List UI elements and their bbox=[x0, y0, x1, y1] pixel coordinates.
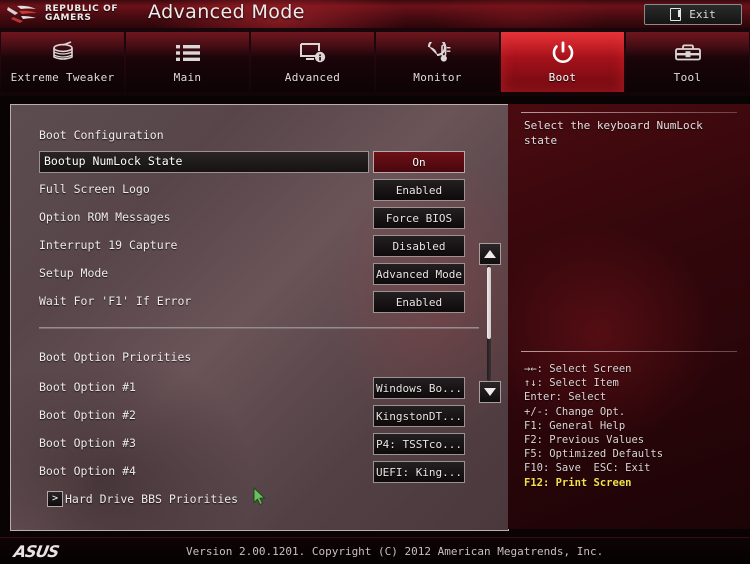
toolbox-icon bbox=[674, 40, 702, 66]
tab-label: Tool bbox=[673, 71, 702, 84]
brand-line-2: GAMERS bbox=[45, 13, 92, 23]
tab-label: Main bbox=[173, 71, 202, 84]
setting-row-boot-option-2[interactable]: Boot Option #2 KingstonDT... bbox=[11, 405, 508, 427]
bios-screen: REPUBLIC OF GAMERS Advanced Mode Exit Ex… bbox=[0, 0, 750, 564]
section-title-boot-configuration: Boot Configuration bbox=[39, 128, 164, 142]
setting-label: Boot Option #2 bbox=[39, 408, 136, 422]
exit-button-label: Exit bbox=[689, 8, 716, 21]
tab-monitor[interactable]: Monitor bbox=[376, 32, 499, 92]
setting-row-wait-for-f1-if-error[interactable]: Wait For 'F1' If Error Enabled bbox=[11, 291, 508, 313]
setting-value-full-screen-logo[interactable]: Enabled bbox=[373, 179, 465, 201]
chevron-right-icon: > bbox=[47, 491, 63, 507]
setting-label: Wait For 'F1' If Error bbox=[39, 294, 192, 308]
setting-value-boot-option-1[interactable]: Windows Bo... bbox=[373, 377, 465, 399]
setting-row-full-screen-logo[interactable]: Full Screen Logo Enabled bbox=[11, 179, 508, 201]
tab-main[interactable]: Main bbox=[126, 32, 249, 92]
scroll-down-button[interactable] bbox=[479, 381, 501, 403]
help-panel: Select the keyboard NumLock state →←: Se… bbox=[508, 104, 750, 529]
tab-label: Advanced bbox=[284, 71, 341, 84]
setting-label: Interrupt 19 Capture bbox=[39, 238, 178, 252]
list-icon bbox=[175, 40, 201, 66]
setting-label: Setup Mode bbox=[39, 266, 109, 280]
setting-label: Boot Option #3 bbox=[39, 436, 136, 450]
settings-panel: Boot Configuration Bootup NumLock State … bbox=[10, 104, 509, 531]
setting-row-setup-mode[interactable]: Setup Mode Advanced Mode bbox=[11, 263, 508, 285]
tab-boot[interactable]: Boot bbox=[501, 32, 624, 92]
key-hint: →←: Select Screen bbox=[524, 363, 632, 375]
scrollbar-thumb[interactable] bbox=[487, 267, 491, 339]
rog-eye-icon bbox=[6, 4, 40, 24]
tab-advanced[interactable]: Advanced bbox=[251, 32, 374, 92]
key-hint: Enter: Select bbox=[524, 391, 607, 404]
setting-label: Full Screen Logo bbox=[39, 182, 150, 196]
tab-extreme-tweaker[interactable]: Extreme Tweaker bbox=[1, 32, 124, 92]
setting-row-interrupt-19-capture[interactable]: Interrupt 19 Capture Disabled bbox=[11, 235, 508, 257]
tweaker-icon bbox=[49, 40, 77, 66]
footer-bar: ASUS Version 2.00.1201. Copyright (C) 20… bbox=[0, 537, 750, 564]
setting-row-boot-option-3[interactable]: Boot Option #3 P4: TSSTco... bbox=[11, 433, 508, 455]
setting-label: Bootup NumLock State bbox=[44, 154, 183, 168]
exit-door-icon bbox=[670, 8, 682, 21]
key-hint-print-screen: F12: Print Screen bbox=[524, 476, 632, 489]
mouse-cursor bbox=[253, 486, 266, 510]
exit-button[interactable]: Exit bbox=[644, 4, 742, 25]
setting-label: Boot Option #4 bbox=[39, 464, 136, 478]
setting-row-boot-option-4[interactable]: Boot Option #4 UEFI: King... bbox=[11, 461, 508, 483]
setting-row-bootup-numlock-state[interactable]: Bootup NumLock State On bbox=[11, 151, 508, 173]
setting-label: Option ROM Messages bbox=[39, 210, 171, 224]
help-description: Select the keyboard NumLock state bbox=[524, 119, 703, 147]
setting-label: Boot Option #1 bbox=[39, 380, 136, 394]
settings-scrollbar[interactable] bbox=[479, 243, 501, 403]
arrow-up-icon bbox=[484, 250, 496, 258]
key-hint: F2: Previous Values bbox=[524, 434, 645, 447]
key-hint: ↑↓: Select Item bbox=[524, 377, 619, 390]
key-hint: +/-: Change Opt. bbox=[524, 405, 626, 418]
setting-value-option-rom-messages[interactable]: Force BIOS bbox=[373, 207, 465, 229]
tab-label: Extreme Tweaker bbox=[10, 71, 115, 84]
setting-value-boot-option-3[interactable]: P4: TSSTco... bbox=[373, 433, 465, 455]
setting-value-setup-mode[interactable]: Advanced Mode bbox=[373, 263, 465, 285]
monitor-info-icon bbox=[299, 40, 327, 66]
help-top-divider bbox=[521, 112, 737, 113]
section-divider bbox=[39, 327, 479, 329]
asus-logo: ASUS bbox=[12, 542, 61, 561]
submenu-label: Hard Drive BBS Priorities bbox=[65, 492, 239, 506]
scroll-up-button[interactable] bbox=[479, 243, 501, 265]
setting-row-option-rom-messages[interactable]: Option ROM Messages Force BIOS bbox=[11, 207, 508, 229]
power-icon bbox=[550, 40, 576, 66]
key-hint: F10: Save ESC: Exit bbox=[524, 462, 651, 475]
tab-label: Boot bbox=[548, 71, 577, 84]
keyboard-legend: →←: Select Screen ↑↓: Select Item Enter:… bbox=[524, 362, 663, 490]
tab-tool[interactable]: Tool bbox=[626, 32, 749, 92]
arrow-down-icon bbox=[484, 388, 496, 396]
key-hint: F5: Optimized Defaults bbox=[524, 448, 664, 461]
tab-label: Monitor bbox=[413, 71, 462, 84]
setting-value-bootup-numlock-state[interactable]: On bbox=[373, 151, 465, 173]
help-bottom-divider bbox=[521, 351, 737, 352]
setting-value-wait-for-f1-if-error[interactable]: Enabled bbox=[373, 291, 465, 313]
key-hint: F1: General Help bbox=[524, 419, 626, 432]
setting-row-boot-option-1[interactable]: Boot Option #1 Windows Bo... bbox=[11, 377, 508, 399]
header-bar: REPUBLIC OF GAMERS Advanced Mode Exit bbox=[0, 0, 750, 29]
rog-logo: REPUBLIC OF GAMERS bbox=[6, 2, 138, 26]
setting-value-boot-option-4[interactable]: UEFI: King... bbox=[373, 461, 465, 483]
setting-value-interrupt-19-capture[interactable]: Disabled bbox=[373, 235, 465, 257]
version-text: Version 2.00.1201. Copyright (C) 2012 Am… bbox=[186, 545, 604, 558]
tab-bar: Extreme Tweaker Main Advanced Monitor Bo… bbox=[0, 28, 750, 96]
gauge-thermometer-icon bbox=[424, 40, 452, 66]
setting-value-boot-option-2[interactable]: KingstonDT... bbox=[373, 405, 465, 427]
page-title: Advanced Mode bbox=[148, 1, 305, 23]
section-title-boot-option-priorities: Boot Option Priorities bbox=[39, 350, 192, 364]
